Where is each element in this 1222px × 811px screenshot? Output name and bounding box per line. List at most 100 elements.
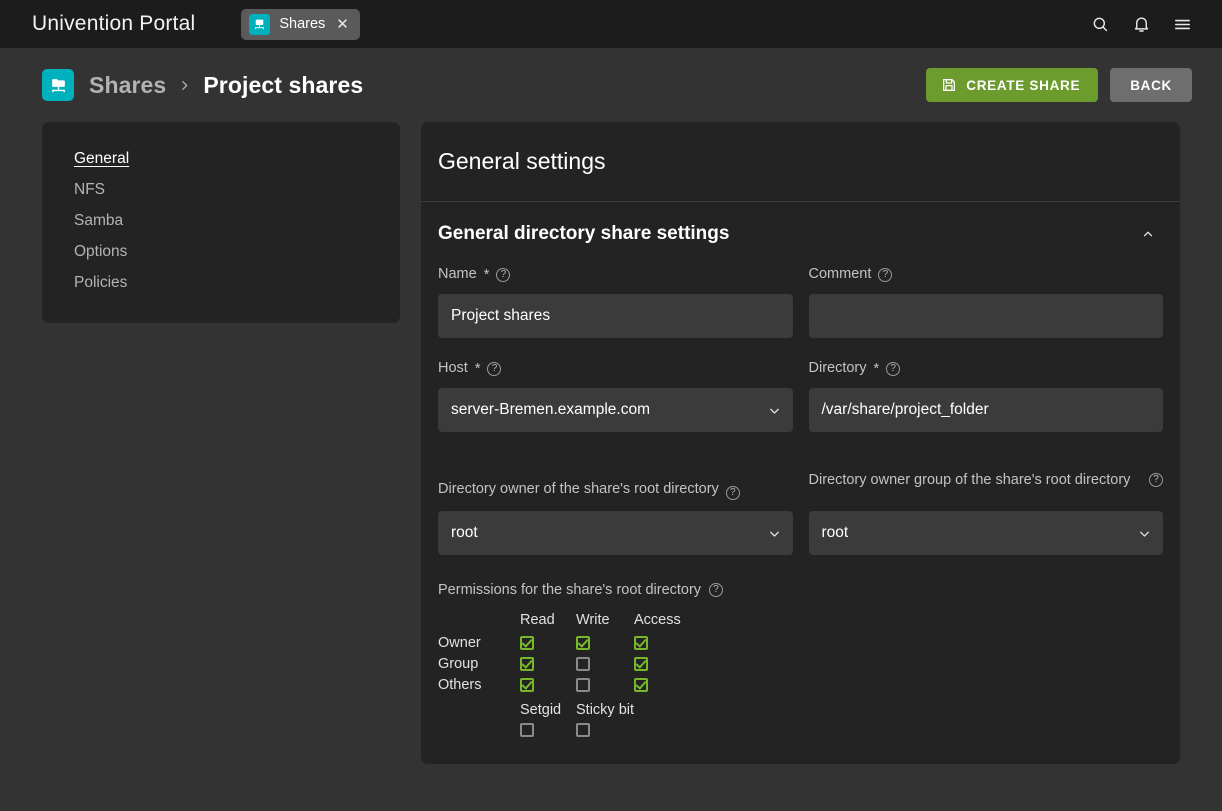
header-actions: CREATE SHARE BACK [926, 68, 1192, 102]
label-comment: Comment ? [809, 264, 1164, 285]
directory-owner-value: root [451, 524, 478, 542]
settings-panel: General settings General directory share… [421, 122, 1180, 764]
field-comment: Comment ? [809, 264, 1164, 338]
cell-others-read [520, 674, 576, 695]
required-marker: * [484, 267, 490, 283]
cell-others-write [576, 674, 634, 695]
tab-label: Shares [279, 16, 325, 32]
label-host: Host * ? [438, 358, 793, 379]
page-header: Shares Project shares CREATE SHARE BACK [0, 48, 1222, 122]
directory-owner-select[interactable]: root [438, 511, 793, 555]
cell-owner-read [520, 632, 576, 653]
permissions-header-row: Read Write Access [438, 608, 690, 632]
table-row: Owner [438, 632, 690, 653]
checkbox-setgid[interactable] [520, 723, 534, 737]
table-row: Group [438, 653, 690, 674]
column-access: Access [634, 608, 690, 632]
close-icon[interactable]: ✕ [336, 17, 349, 32]
help-icon[interactable]: ? [726, 486, 740, 500]
permissions-table: Read Write Access Owner Group [438, 608, 690, 740]
sidebar-item-nfs[interactable]: NFS [42, 175, 400, 206]
sidebar-item-options[interactable]: Options [42, 237, 400, 268]
chevron-down-icon [767, 403, 782, 418]
permissions-title-text: Permissions for the share's root directo… [438, 582, 701, 598]
sidebar-item-policies[interactable]: Policies [42, 268, 400, 299]
table-row: Others [438, 674, 690, 695]
checkbox-others-access[interactable] [634, 678, 648, 692]
cell-owner-write [576, 632, 634, 653]
create-share-button[interactable]: CREATE SHARE [926, 68, 1098, 102]
section-header[interactable]: General directory share settings [421, 202, 1180, 264]
checkbox-owner-write[interactable] [576, 636, 590, 650]
hamburger-menu-icon[interactable] [1173, 15, 1192, 34]
permissions-title: Permissions for the share's root directo… [438, 582, 1163, 598]
row-label-others: Others [438, 674, 520, 695]
extra-spacer [634, 695, 690, 719]
cell-setgid [520, 719, 576, 740]
page-body: General NFS Samba Options Policies Gener… [0, 122, 1222, 764]
section-title: General directory share settings [438, 223, 729, 245]
checkbox-owner-access[interactable] [634, 636, 648, 650]
permissions-corner [438, 608, 520, 632]
checkbox-group-read[interactable] [520, 657, 534, 671]
label-name-text: Name [438, 264, 477, 285]
label-directory-owner-text: Directory owner of the share's root dire… [438, 479, 719, 500]
chevron-up-icon[interactable] [1141, 227, 1155, 241]
portal-title: Univention Portal [32, 12, 195, 36]
row-label-owner: Owner [438, 632, 520, 653]
help-icon[interactable]: ? [496, 268, 510, 282]
comment-input[interactable] [809, 294, 1164, 338]
checkbox-sticky-bit[interactable] [576, 723, 590, 737]
extra-row-corner [438, 719, 520, 740]
help-icon[interactable]: ? [878, 268, 892, 282]
checkbox-owner-read[interactable] [520, 636, 534, 650]
top-bar-actions [1091, 15, 1206, 34]
create-share-label: CREATE SHARE [966, 78, 1080, 93]
cell-others-access [634, 674, 690, 695]
label-directory-text: Directory [809, 358, 867, 379]
checkbox-others-read[interactable] [520, 678, 534, 692]
checkbox-group-access[interactable] [634, 657, 648, 671]
help-icon[interactable]: ? [487, 362, 501, 376]
cell-owner-access [634, 632, 690, 653]
notifications-bell-icon[interactable] [1132, 15, 1151, 34]
label-directory-owner-group: Directory owner group of the share's roo… [809, 458, 1164, 502]
checkbox-group-write[interactable] [576, 657, 590, 671]
row-name-comment: Name * ? Project shares Comment ? [438, 264, 1163, 338]
field-directory: Directory * ? /var/share/project_folder [809, 358, 1164, 432]
search-icon[interactable] [1091, 15, 1110, 34]
row-owner-group: Directory owner of the share's root dire… [438, 458, 1163, 555]
help-icon[interactable]: ? [1149, 473, 1163, 487]
checkbox-others-write[interactable] [576, 678, 590, 692]
chevron-down-icon [767, 526, 782, 541]
directory-owner-group-select[interactable]: root [809, 511, 1164, 555]
extra-row-spacer [634, 719, 690, 740]
save-floppy-icon [941, 77, 957, 93]
label-directory-owner-group-text: Directory owner group of the share's roo… [809, 470, 1143, 491]
directory-input[interactable]: /var/share/project_folder [809, 388, 1164, 432]
share-monitor-icon [249, 14, 270, 35]
cell-group-read [520, 653, 576, 674]
host-select-value: server-Bremen.example.com [451, 401, 650, 419]
column-sticky-bit: Sticky bit [576, 695, 634, 719]
name-input[interactable]: Project shares [438, 294, 793, 338]
breadcrumb-parent[interactable]: Shares [89, 72, 166, 99]
tab-shares[interactable]: Shares ✕ [241, 9, 360, 40]
back-button[interactable]: BACK [1110, 68, 1192, 102]
host-select[interactable]: server-Bremen.example.com [438, 388, 793, 432]
required-marker: * [874, 361, 880, 377]
permissions-extra-header-row: Setgid Sticky bit [438, 695, 690, 719]
settings-sidebar: General NFS Samba Options Policies [42, 122, 400, 323]
label-comment-text: Comment [809, 264, 872, 285]
label-host-text: Host [438, 358, 468, 379]
help-icon[interactable]: ? [709, 583, 723, 597]
sidebar-item-samba[interactable]: Samba [42, 206, 400, 237]
help-icon[interactable]: ? [886, 362, 900, 376]
page-title: Project shares [203, 72, 363, 99]
column-read: Read [520, 608, 576, 632]
label-name: Name * ? [438, 264, 793, 285]
general-share-form: Name * ? Project shares Comment ? [421, 264, 1180, 764]
sidebar-item-general[interactable]: General [42, 144, 400, 175]
row-host-directory: Host * ? server-Bremen.example.com [438, 358, 1163, 432]
extra-corner [438, 695, 520, 719]
